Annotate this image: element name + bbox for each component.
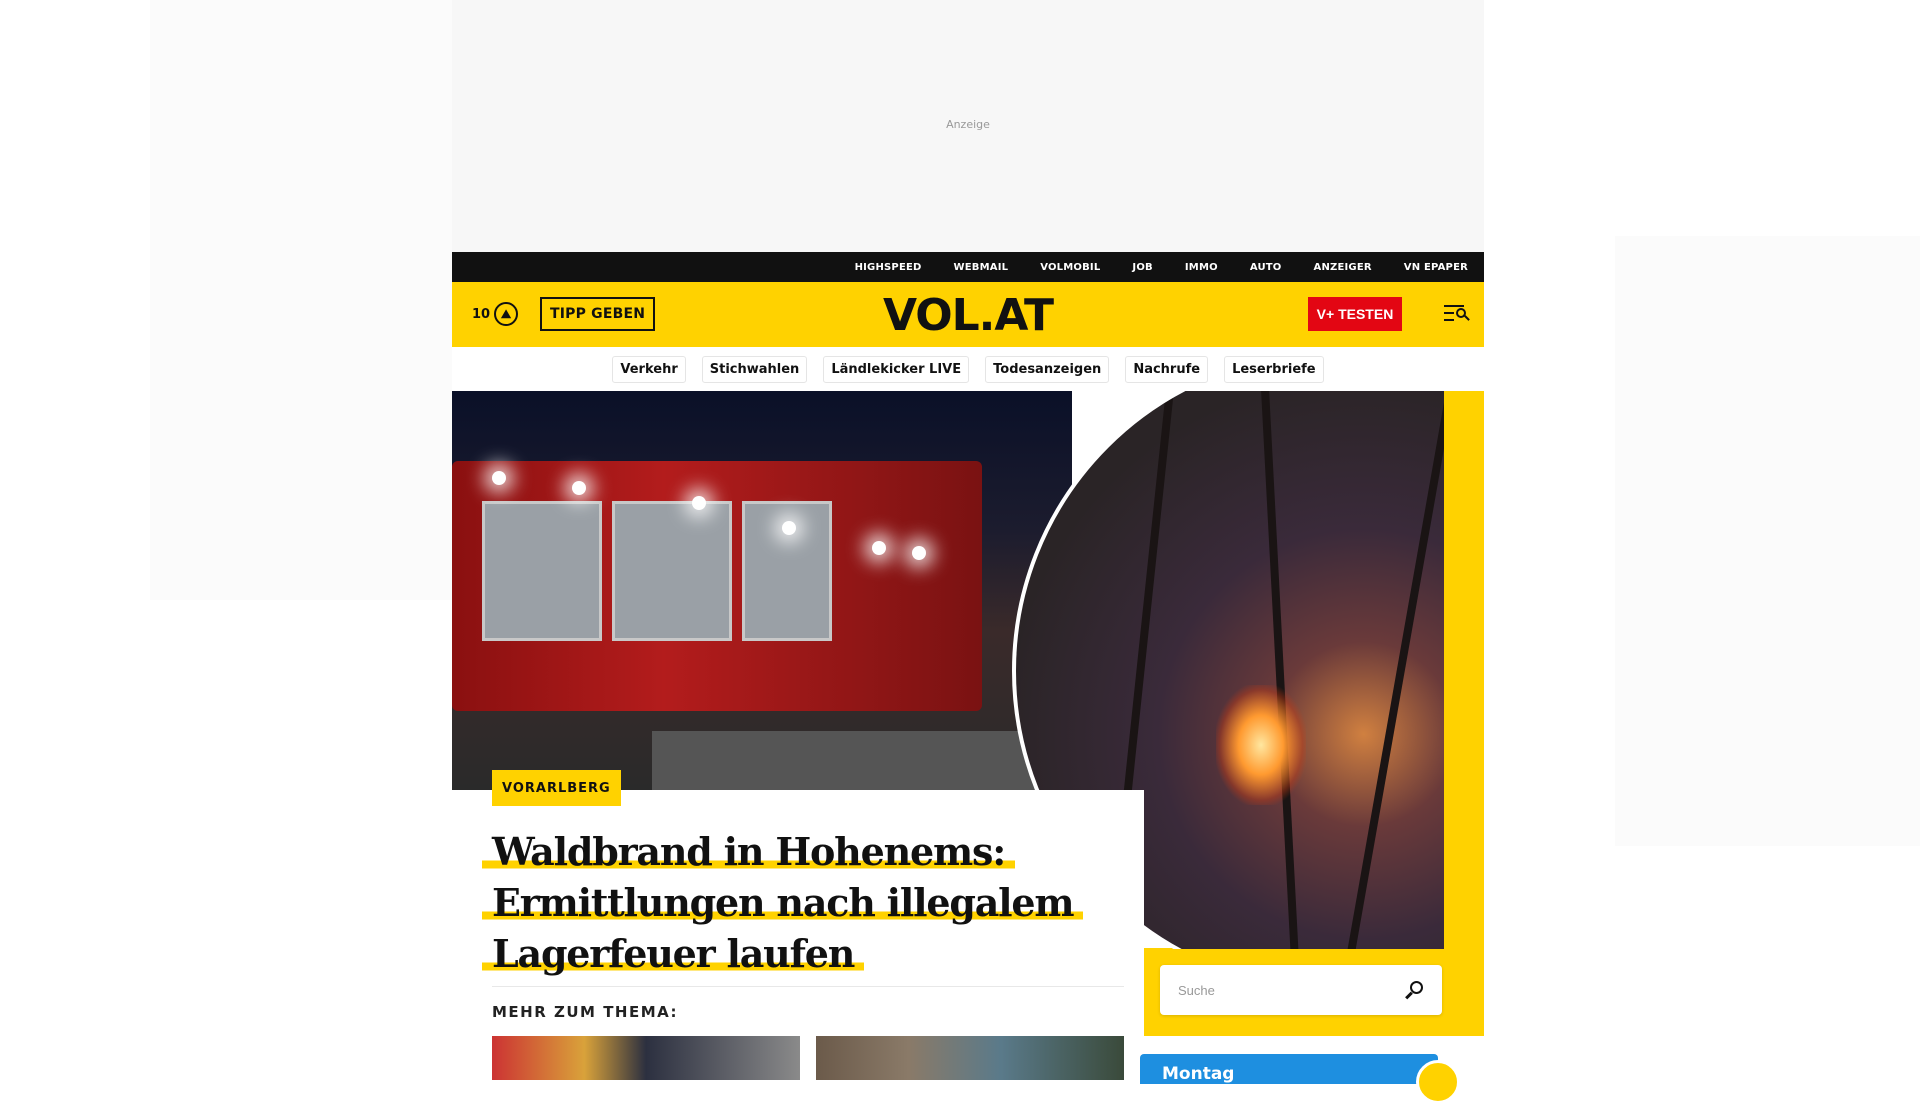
search-icon[interactable] [1405, 981, 1424, 1000]
yellow-accent-strip [1444, 391, 1484, 1036]
search-handle-icon [1464, 315, 1470, 321]
topic-todesanzeigen[interactable]: Todesanzeigen [985, 355, 1110, 383]
main-header: 10 ⛰ TIPP GEBEN VOL.AT V+ TESTEN [452, 282, 1484, 347]
weather-day: Montag [1162, 1064, 1235, 1084]
related-heading: MEHR ZUM THEMA: [492, 1003, 679, 1021]
headline-line: Ermittlungen nach illegalem [482, 880, 1084, 925]
menu-line-icon [1444, 319, 1454, 321]
search-input[interactable] [1160, 965, 1390, 1015]
topbar-link-job[interactable]: JOB [1132, 262, 1152, 273]
topic-laendlekicker-live[interactable]: Ländlekicker LIVE [823, 355, 970, 383]
topic-leserbriefe[interactable]: Leserbriefe [1224, 355, 1324, 383]
topbar-link-auto[interactable]: AUTO [1250, 262, 1282, 273]
top-service-bar: HIGHSPEED WEBMAIL VOLMOBIL JOB IMMO AUTO… [452, 252, 1484, 282]
article-headline[interactable]: Waldbrand in Hohenems: Ermittlungen nach… [482, 826, 1122, 979]
topic-stichwahlen[interactable]: Stichwahlen [701, 355, 808, 383]
fire-truck-shape [452, 461, 982, 711]
left-background [150, 0, 452, 600]
topic-nav: Verkehr Stichwahlen Ländlekicker LIVE To… [452, 347, 1484, 391]
vplus-testen-button[interactable]: V+ TESTEN [1308, 297, 1402, 331]
topic-nachrufe[interactable]: Nachrufe [1125, 355, 1209, 383]
fire-truck-photo [452, 391, 1152, 791]
topbar-link-webmail[interactable]: WEBMAIL [954, 262, 1009, 273]
topbar-link-volmobil[interactable]: VOLMOBIL [1040, 262, 1100, 273]
divider [492, 986, 1124, 987]
menu-line-icon [1444, 305, 1464, 307]
headline-line: Waldbrand in Hohenems: [482, 829, 1016, 874]
menu-search-icon[interactable] [1444, 302, 1470, 326]
topbar-link-highspeed[interactable]: HIGHSPEED [855, 262, 922, 273]
headline-line: Lagerfeuer laufen [482, 931, 865, 976]
related-article-thumbnail[interactable] [816, 1036, 1124, 1080]
menu-line-icon [1444, 312, 1454, 314]
ad-banner[interactable]: Anzeige [452, 0, 1484, 252]
search-box [1160, 965, 1442, 1015]
page-container: Anzeige HIGHSPEED WEBMAIL VOLMOBIL JOB I… [452, 0, 1484, 1104]
right-background [1615, 236, 1920, 846]
topbar-link-vn-epaper[interactable]: VN EPAPER [1404, 262, 1468, 273]
topic-verkehr[interactable]: Verkehr [612, 355, 686, 383]
topbar-link-anzeiger[interactable]: ANZEIGER [1314, 262, 1372, 273]
ad-label: Anzeige [946, 118, 990, 131]
related-article-thumbnail[interactable] [492, 1036, 800, 1080]
sun-icon [1416, 1060, 1460, 1104]
flames [1216, 685, 1306, 805]
topbar-link-immo[interactable]: IMMO [1185, 262, 1218, 273]
article-kicker[interactable]: VORARLBERG [492, 770, 621, 806]
